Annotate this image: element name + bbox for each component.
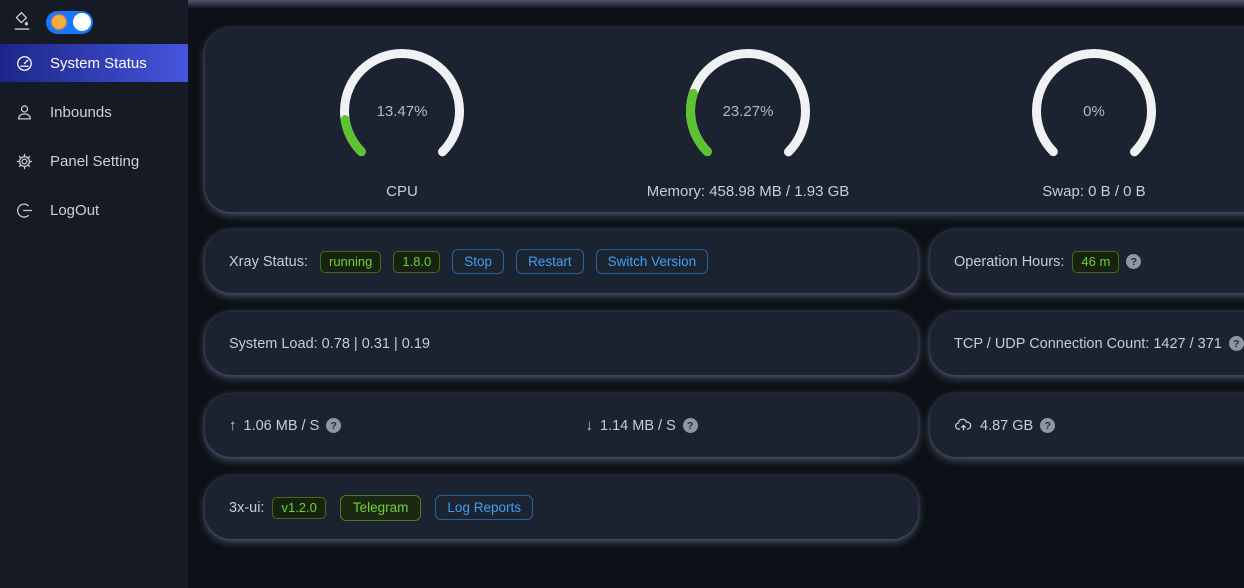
memory-percent: 23.27% [683, 46, 813, 176]
connections-text: TCP / UDP Connection Count: 1427 / 371 [954, 336, 1222, 352]
sidebar-item-system-status[interactable]: System Status [0, 44, 188, 82]
sun-icon [52, 15, 66, 29]
cloud-upload-icon [954, 416, 973, 435]
sidebar-item-label: LogOut [50, 202, 99, 219]
upload-speed-value: 1.06 MB / S [244, 418, 320, 434]
arrow-down-icon: ↓ [586, 417, 594, 434]
user-icon [15, 103, 34, 122]
download-speed: ↓ 1.14 MB / S ? [562, 417, 919, 434]
upload-speed: ↑ 1.06 MB / S ? [205, 417, 562, 434]
xray-running-tag: running [320, 251, 381, 273]
help-icon[interactable]: ? [326, 418, 341, 433]
restart-button[interactable]: Restart [516, 249, 584, 274]
xray-status-label: Xray Status: [229, 254, 308, 270]
theme-colors-icon[interactable] [12, 12, 32, 32]
arrow-up-icon: ↑ [229, 417, 237, 434]
memory-gauge: 23.27% Memory: 458.98 MB / 1.93 GB [575, 46, 921, 212]
network-total-card: 4.87 GB ? [930, 394, 1244, 457]
cpu-gauge: 13.47% CPU [229, 46, 575, 212]
resource-gauges-card: 13.47% CPU 23.27% Memory: 458.98 MB / 1.… [205, 28, 1244, 212]
xray-version-tag: 1.8.0 [393, 251, 440, 273]
telegram-button[interactable]: Telegram [340, 495, 422, 521]
sidebar-item-logout[interactable]: LogOut [0, 191, 188, 229]
dashboard-icon [15, 54, 34, 73]
sidebar-item-label: System Status [50, 55, 147, 72]
help-icon[interactable]: ? [1229, 336, 1244, 351]
download-speed-value: 1.14 MB / S [600, 418, 676, 434]
theme-row [0, 0, 188, 44]
connections-card: TCP / UDP Connection Count: 1427 / 371 ? [930, 312, 1244, 375]
cpu-percent: 13.47% [337, 46, 467, 176]
sidebar-item-panel-setting[interactable]: Panel Setting [0, 142, 188, 180]
operation-hours-tag: 46 m [1072, 251, 1119, 273]
network-speed-card: ↑ 1.06 MB / S ? ↓ 1.14 MB / S ? [205, 394, 918, 457]
swap-gauge: 0% Swap: 0 B / 0 B [921, 46, 1244, 212]
gear-icon [15, 152, 34, 171]
system-load-text: System Load: 0.78 | 0.31 | 0.19 [229, 336, 430, 352]
swap-percent: 0% [1029, 46, 1159, 176]
system-load-card: System Load: 0.78 | 0.31 | 0.19 [205, 312, 918, 375]
app-label: 3x-ui: [229, 500, 264, 516]
xray-status-card: Xray Status: running 1.8.0 Stop Restart … [205, 230, 918, 293]
app-version-tag: v1.2.0 [272, 497, 325, 519]
dark-mode-toggle[interactable] [46, 11, 93, 34]
help-icon[interactable]: ? [1040, 418, 1055, 433]
app-info-card: 3x-ui: v1.2.0 Telegram Log Reports [205, 476, 918, 539]
help-icon[interactable]: ? [683, 418, 698, 433]
sidebar-menu: System Status Inbounds Panel Setting [0, 44, 188, 229]
log-reports-button[interactable]: Log Reports [435, 495, 533, 520]
operation-hours-card: Operation Hours: 46 m ? [930, 230, 1244, 293]
sidebar: System Status Inbounds Panel Setting [0, 0, 188, 588]
toggle-knob [73, 13, 91, 31]
logout-icon [15, 201, 34, 220]
main-content: 13.47% CPU 23.27% Memory: 458.98 MB / 1.… [188, 0, 1244, 588]
stop-button[interactable]: Stop [452, 249, 504, 274]
scrolled-card-glow [188, 0, 1244, 9]
network-total-value: 4.87 GB [980, 418, 1033, 434]
help-icon[interactable]: ? [1126, 254, 1141, 269]
switch-version-button[interactable]: Switch Version [596, 249, 709, 274]
operation-hours-label: Operation Hours: [954, 254, 1064, 270]
sidebar-item-label: Panel Setting [50, 153, 139, 170]
sidebar-item-inbounds[interactable]: Inbounds [0, 93, 188, 131]
sidebar-item-label: Inbounds [50, 104, 112, 121]
